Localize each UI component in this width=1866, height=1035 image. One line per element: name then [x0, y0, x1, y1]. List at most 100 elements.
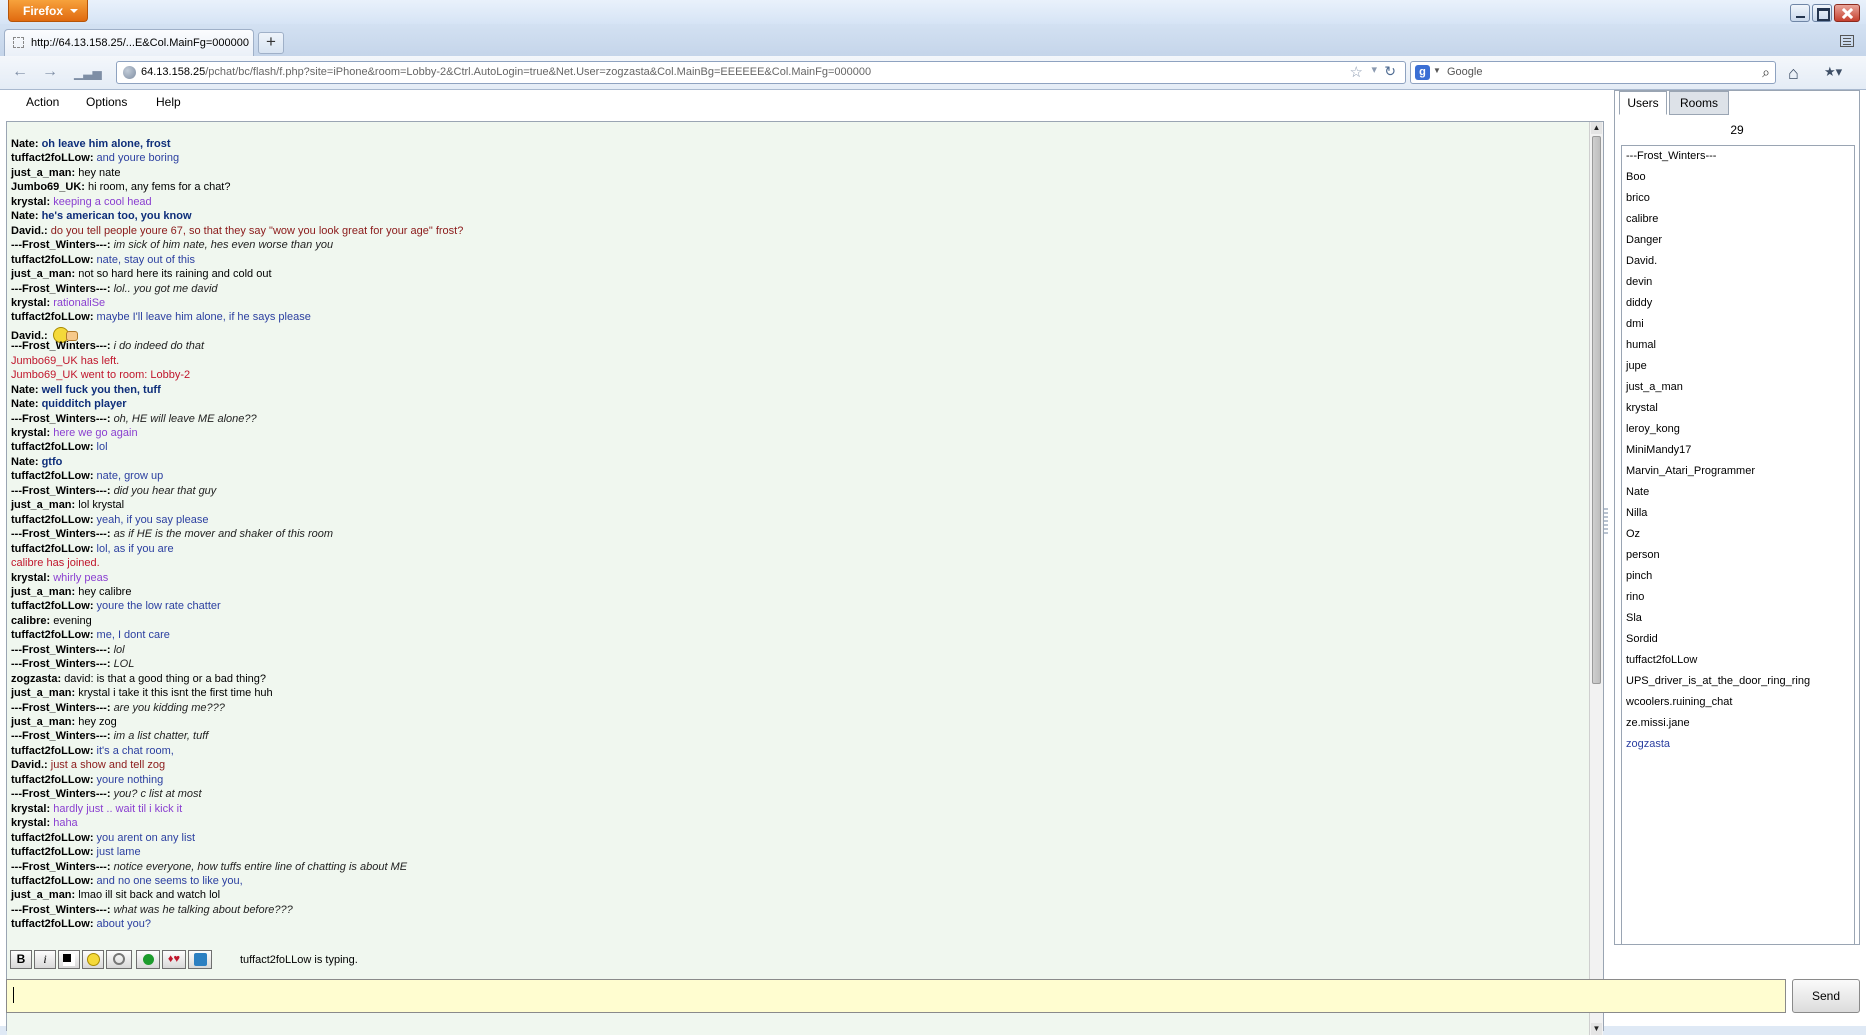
chat-nick[interactable]: David.:	[11, 225, 48, 237]
tab-users[interactable]: Users	[1619, 91, 1667, 115]
chat-nick[interactable]: ---Frost_Winters---:	[11, 340, 111, 352]
chat-nick[interactable]: ---Frost_Winters---:	[11, 644, 111, 656]
chat-nick[interactable]: zogzasta:	[11, 673, 61, 685]
minimize-button[interactable]	[1790, 4, 1810, 22]
browser-tab[interactable]: http://64.13.158.25/...E&Col.MainFg=0000…	[4, 29, 254, 56]
chat-nick[interactable]: tuffact2foLLow:	[11, 311, 93, 323]
close-window-button[interactable]	[1834, 4, 1860, 22]
chat-nick[interactable]: tuffact2foLLow:	[11, 600, 93, 612]
user-list-item[interactable]: David.	[1626, 255, 1657, 267]
chat-nick[interactable]: just_a_man:	[11, 687, 75, 699]
chat-nick[interactable]: krystal:	[11, 572, 50, 584]
user-list-item[interactable]: calibre	[1626, 213, 1658, 225]
user-list-item[interactable]: Danger	[1626, 234, 1662, 246]
user-list-item[interactable]: leroy_kong	[1626, 423, 1680, 435]
user-list-item[interactable]: Nilla	[1626, 507, 1647, 519]
chat-nick[interactable]: Nate:	[11, 398, 39, 410]
chat-scrollbar[interactable]: ▲ ▼	[1589, 122, 1603, 1035]
chat-nick[interactable]: just_a_man:	[11, 586, 75, 598]
chat-nick[interactable]: calibre:	[11, 615, 50, 627]
url-bar[interactable]: 64.13.158.25/pchat/bc/flash/f.php?site=i…	[116, 61, 1406, 84]
new-tab-button[interactable]: +	[258, 32, 284, 54]
firefox-menu-button[interactable]: Firefox	[8, 0, 88, 22]
chat-nick[interactable]: tuffact2foLLow:	[11, 470, 93, 482]
user-list-item[interactable]: wcoolers.ruining_chat	[1626, 696, 1732, 708]
scroll-thumb[interactable]	[1592, 136, 1601, 684]
forward-arrow-icon[interactable]: →	[42, 63, 58, 81]
status-button[interactable]	[136, 950, 160, 969]
user-list-item[interactable]: Nate	[1626, 486, 1649, 498]
chat-nick[interactable]: tuffact2foLLow:	[11, 543, 93, 555]
menu-options[interactable]: Options	[86, 95, 127, 109]
back-arrow-icon[interactable]: ←	[12, 63, 28, 81]
chat-nick[interactable]: tuffact2foLLow:	[11, 629, 93, 641]
chat-nick[interactable]: tuffact2foLLow:	[11, 875, 93, 887]
chat-nick[interactable]: tuffact2foLLow:	[11, 774, 93, 786]
search-icon[interactable]: ⌕	[1762, 64, 1770, 81]
user-list-item[interactable]: jupe	[1626, 360, 1647, 372]
bookmark-star-icon[interactable]: ☆	[1350, 63, 1363, 81]
user-list-item[interactable]: dmi	[1626, 318, 1644, 330]
user-list-item[interactable]: brico	[1626, 192, 1650, 204]
user-list-item[interactable]: humal	[1626, 339, 1656, 351]
chat-nick[interactable]: tuffact2foLLow:	[11, 832, 93, 844]
user-list-item[interactable]: ---Frost_Winters---	[1626, 150, 1716, 162]
user-list-item[interactable]: krystal	[1626, 402, 1658, 414]
chat-nick[interactable]: ---Frost_Winters---:	[11, 283, 111, 295]
chat-nick[interactable]: Nate:	[11, 456, 39, 468]
bold-button[interactable]: B	[10, 950, 32, 969]
tab-rooms[interactable]: Rooms	[1669, 91, 1729, 115]
chat-nick[interactable]: just_a_man:	[11, 889, 75, 901]
chat-nick[interactable]: ---Frost_Winters---:	[11, 861, 111, 873]
chat-nick[interactable]: tuffact2foLLow:	[11, 918, 93, 930]
italic-button[interactable]: i	[34, 950, 56, 969]
google-engine-icon[interactable]: g	[1415, 65, 1430, 80]
chat-nick[interactable]: ---Frost_Winters---:	[11, 239, 111, 251]
chat-nick[interactable]: just_a_man:	[11, 268, 75, 280]
scroll-down-arrow-icon[interactable]: ▼	[1591, 1023, 1602, 1035]
chat-nick[interactable]: just_a_man:	[11, 716, 75, 728]
profile-button[interactable]	[188, 950, 212, 969]
user-list-item[interactable]: MiniMandy17	[1626, 444, 1691, 456]
chat-nick[interactable]: Nate:	[11, 210, 39, 222]
user-list-item[interactable]: Sla	[1626, 612, 1642, 624]
chat-nick[interactable]: ---Frost_Winters---:	[11, 413, 111, 425]
menu-action[interactable]: Action	[26, 95, 59, 109]
user-list-item[interactable]: Sordid	[1626, 633, 1658, 645]
chat-nick[interactable]: tuffact2foLLow:	[11, 254, 93, 266]
list-all-tabs-icon[interactable]	[1840, 35, 1854, 47]
menu-help[interactable]: Help	[156, 95, 181, 109]
user-list-item[interactable]: person	[1626, 549, 1660, 561]
maximize-button[interactable]	[1812, 4, 1832, 22]
chat-nick[interactable]: tuffact2foLLow:	[11, 152, 93, 164]
chat-nick[interactable]: krystal:	[11, 297, 50, 309]
user-list-item[interactable]: tuffact2foLLow	[1626, 654, 1697, 666]
home-icon[interactable]: ⌂	[1788, 63, 1799, 84]
chat-nick[interactable]: Nate:	[11, 138, 39, 150]
chat-nick[interactable]: ---Frost_Winters---:	[11, 658, 111, 670]
chat-nick[interactable]: ---Frost_Winters---:	[11, 485, 111, 497]
scroll-up-arrow-icon[interactable]: ▲	[1591, 122, 1602, 134]
chat-nick[interactable]: just_a_man:	[11, 167, 75, 179]
user-list-item[interactable]: zogzasta	[1626, 738, 1670, 750]
chat-nick[interactable]: ---Frost_Winters---:	[11, 702, 111, 714]
search-bar[interactable]: g ▼ Google ⌕	[1410, 61, 1776, 84]
sound-button[interactable]	[106, 950, 132, 969]
chat-nick[interactable]: ---Frost_Winters---:	[11, 788, 111, 800]
chat-nick[interactable]: ---Frost_Winters---:	[11, 904, 111, 916]
chat-nick[interactable]: tuffact2foLLow:	[11, 846, 93, 858]
user-list-item[interactable]: pinch	[1626, 570, 1652, 582]
chat-nick[interactable]: krystal:	[11, 803, 50, 815]
send-button[interactable]: Send	[1792, 979, 1860, 1013]
bookmarks-menu-icon[interactable]: ★▾	[1824, 64, 1852, 82]
engine-dropdown-icon[interactable]: ▼	[1433, 66, 1441, 75]
chat-nick[interactable]: krystal:	[11, 196, 50, 208]
chat-nick[interactable]: ---Frost_Winters---:	[11, 730, 111, 742]
cards-button[interactable]: ♦♥	[162, 950, 186, 969]
user-list-item[interactable]: ze.missi.jane	[1626, 717, 1690, 729]
user-list-item[interactable]: UPS_driver_is_at_the_door_ring_ring	[1626, 675, 1810, 687]
chat-nick[interactable]: tuffact2foLLow:	[11, 514, 93, 526]
pane-splitter-handle[interactable]	[1604, 508, 1608, 534]
user-list-item[interactable]: just_a_man	[1626, 381, 1683, 393]
user-list-item[interactable]: diddy	[1626, 297, 1652, 309]
